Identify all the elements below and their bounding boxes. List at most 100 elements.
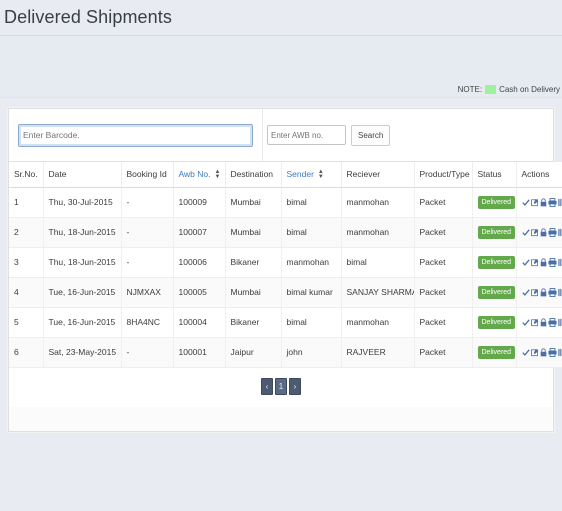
shipments-table: Sr.No. Date Booking Id Awb No. ▲ ▼ Destina… bbox=[9, 162, 562, 368]
shipments-table-body: 1 Thu, 30-Jul-2015-100009 Mumbai bimal manmo… bbox=[9, 187, 562, 368]
edit-icon[interactable] bbox=[530, 288, 539, 297]
status-cell: Delivered bbox=[472, 187, 517, 218]
check-icon[interactable] bbox=[521, 198, 530, 207]
col-destination: Destination bbox=[225, 162, 282, 188]
note-strip: NOTE: Cash on Delivery bbox=[0, 36, 562, 98]
date-cell: Thu, 18-Jun-2015 bbox=[43, 247, 122, 278]
destination-cell: Bikaner bbox=[225, 247, 282, 278]
sender-cell: bimal bbox=[281, 187, 342, 218]
status-cell: Delivered bbox=[472, 217, 517, 248]
print-icon[interactable] bbox=[547, 287, 557, 297]
sr-no-cell: 4 bbox=[9, 277, 44, 308]
print-icon[interactable] bbox=[547, 197, 557, 207]
product-type-cell: Packet bbox=[414, 217, 473, 248]
status-badge: Delivered bbox=[477, 285, 515, 299]
col-sr-no: Sr.No. bbox=[9, 162, 44, 188]
date-cell: Thu, 18-Jun-2015 bbox=[43, 217, 122, 248]
destination-cell: Bikaner bbox=[225, 307, 282, 338]
booking-id-cell: - bbox=[121, 217, 174, 248]
print-icon[interactable] bbox=[547, 227, 557, 237]
pagination-next[interactable]: › bbox=[289, 377, 301, 395]
edit-icon[interactable] bbox=[530, 258, 539, 267]
barcode-search-cell bbox=[9, 109, 263, 161]
awb-no-cell: 100005 bbox=[173, 277, 226, 308]
action-icon-group bbox=[521, 347, 562, 357]
barcode-icon[interactable] bbox=[557, 258, 562, 267]
pagination: ‹ 1 › bbox=[9, 367, 553, 407]
status-badge: Delivered bbox=[477, 315, 515, 329]
barcode-input[interactable] bbox=[18, 123, 253, 147]
lock-icon[interactable] bbox=[540, 288, 547, 297]
receiver-cell: RAJVEER bbox=[341, 337, 415, 368]
panel-footer bbox=[9, 406, 553, 431]
print-icon[interactable] bbox=[547, 317, 557, 327]
awb-search-cell: Search bbox=[263, 109, 553, 161]
search-toolbar: Search bbox=[9, 109, 553, 162]
edit-icon[interactable] bbox=[530, 228, 539, 237]
receiver-cell: bimal bbox=[341, 247, 415, 278]
booking-id-cell: - bbox=[121, 337, 174, 368]
destination-cell: Jaipur bbox=[225, 337, 282, 368]
action-icon-group bbox=[521, 257, 562, 267]
print-icon[interactable] bbox=[547, 257, 557, 267]
lock-icon[interactable] bbox=[540, 318, 547, 327]
sender-cell: bimal bbox=[281, 307, 342, 338]
actions-cell bbox=[516, 187, 562, 218]
lock-icon[interactable] bbox=[540, 198, 547, 207]
booking-id-cell: 8HA4NC bbox=[121, 307, 174, 338]
col-sender-sort[interactable]: Sender ▲ ▼ bbox=[281, 162, 342, 188]
sort-arrows-icon: ▲ ▼ bbox=[317, 168, 324, 180]
status-cell: Delivered bbox=[472, 277, 517, 308]
edit-icon[interactable] bbox=[530, 318, 539, 327]
check-icon[interactable] bbox=[521, 288, 530, 297]
awb-no-cell: 100009 bbox=[173, 187, 226, 218]
actions-cell bbox=[516, 217, 562, 248]
note-label: NOTE: bbox=[457, 85, 483, 94]
sr-no-cell: 3 bbox=[9, 247, 44, 278]
lock-icon[interactable] bbox=[540, 258, 547, 267]
pagination-page-1[interactable]: 1 bbox=[275, 377, 287, 395]
lock-icon[interactable] bbox=[540, 348, 547, 357]
col-actions: Actions bbox=[516, 162, 562, 188]
sender-cell: manmohan bbox=[281, 247, 342, 278]
barcode-icon[interactable] bbox=[557, 288, 562, 297]
check-icon[interactable] bbox=[521, 258, 530, 267]
col-sender-label: Sender bbox=[286, 169, 314, 179]
product-type-cell: Packet bbox=[414, 307, 473, 338]
sr-no-cell: 1 bbox=[9, 187, 44, 218]
actions-cell bbox=[516, 337, 562, 368]
awb-no-cell: 100006 bbox=[173, 247, 226, 278]
lock-icon[interactable] bbox=[540, 228, 547, 237]
edit-icon[interactable] bbox=[530, 198, 539, 207]
status-cell: Delivered bbox=[472, 337, 517, 368]
search-button[interactable]: Search bbox=[351, 124, 391, 146]
edit-icon[interactable] bbox=[530, 348, 539, 357]
awb-no-cell: 100001 bbox=[173, 337, 226, 368]
print-icon[interactable] bbox=[547, 347, 557, 357]
barcode-icon[interactable] bbox=[557, 318, 562, 327]
status-cell: Delivered bbox=[472, 307, 517, 338]
product-type-cell: Packet bbox=[414, 247, 473, 278]
actions-cell bbox=[516, 247, 562, 278]
awb-input[interactable] bbox=[267, 125, 346, 145]
table-row: 4 Tue, 16-Jun-2015 NJMXAX 100005 Mumbai bimal… bbox=[9, 277, 562, 308]
booking-id-cell: NJMXAX bbox=[121, 277, 174, 308]
barcode-icon[interactable] bbox=[557, 198, 562, 207]
check-icon[interactable] bbox=[521, 228, 530, 237]
col-awb-no-sort[interactable]: Awb No. ▲ ▼ bbox=[173, 162, 226, 188]
barcode-icon[interactable] bbox=[557, 348, 562, 357]
check-icon[interactable] bbox=[521, 318, 530, 327]
action-icon-group bbox=[521, 197, 562, 207]
receiver-cell: manmohan bbox=[341, 307, 415, 338]
booking-id-cell: - bbox=[121, 247, 174, 278]
status-badge: Delivered bbox=[477, 195, 515, 209]
table-row: 5 Tue, 16-Jun-2015 8HA4NC 100004 Bikaner bima… bbox=[9, 307, 562, 338]
pagination-prev[interactable]: ‹ bbox=[261, 377, 273, 395]
check-icon[interactable] bbox=[521, 348, 530, 357]
table-row: 2 Thu, 18-Jun-2015-100007 Mumbai bimal manmo… bbox=[9, 217, 562, 248]
shipments-panel: Search Sr.No. Date Booking Id Awb No.▲▼ … bbox=[8, 108, 562, 432]
col-date: Date bbox=[43, 162, 122, 188]
product-type-cell: Packet bbox=[414, 277, 473, 308]
barcode-icon[interactable] bbox=[557, 228, 562, 237]
col-receiver: Reciever bbox=[341, 162, 415, 188]
